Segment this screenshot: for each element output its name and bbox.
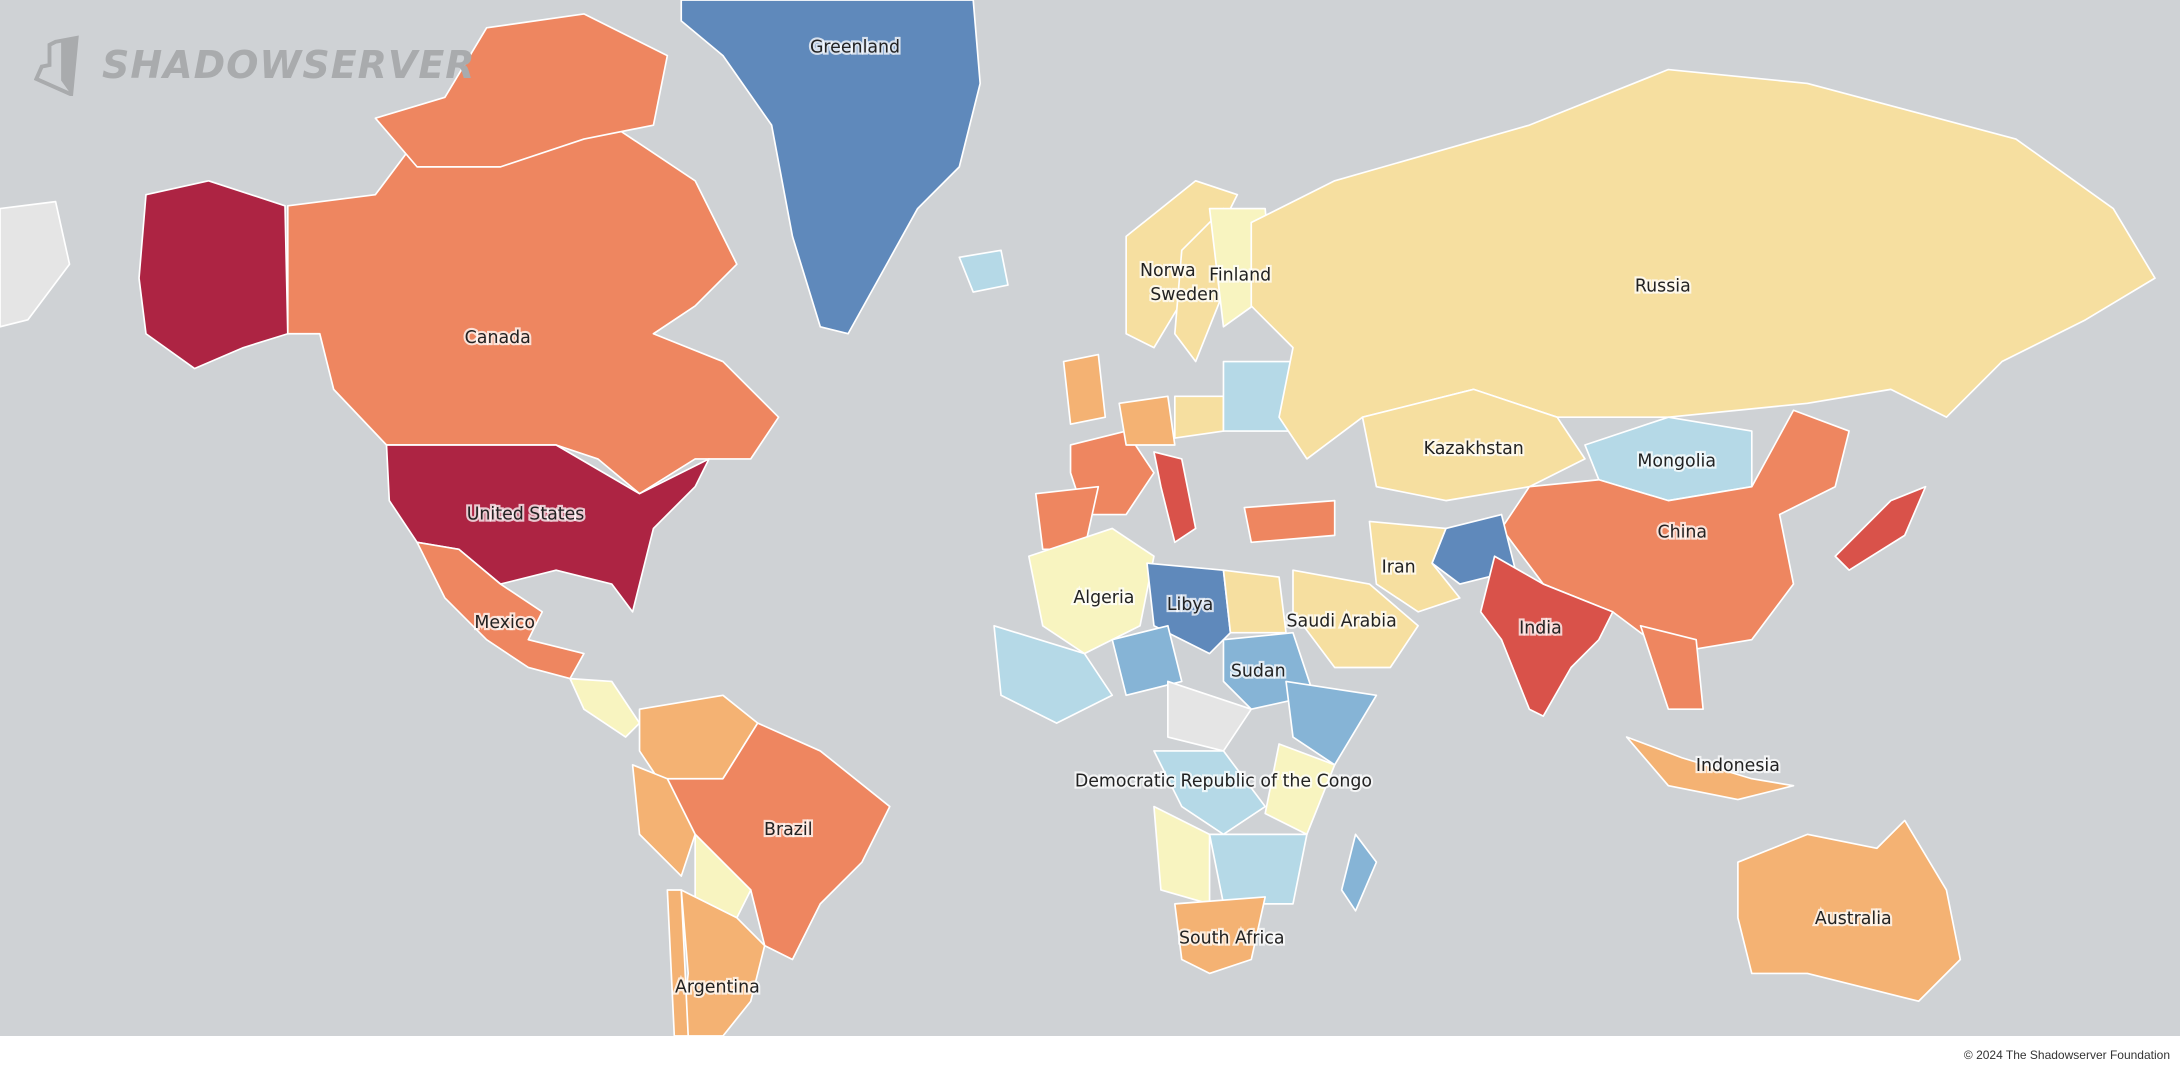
country-label: Saudi Arabia bbox=[1287, 612, 1397, 632]
country-southern-africa[interactable] bbox=[1208, 833, 1308, 905]
country-label: Algeria bbox=[1073, 588, 1134, 608]
country-label: Finland bbox=[1209, 265, 1271, 285]
country-argentina[interactable] bbox=[680, 889, 766, 1036]
country-italy[interactable] bbox=[1153, 451, 1197, 544]
country-label: United States bbox=[467, 505, 585, 525]
country-madagascar[interactable] bbox=[1340, 833, 1378, 912]
country-label: Mongolia bbox=[1637, 452, 1716, 472]
brand-name: SHADOWSERVER bbox=[102, 43, 476, 87]
country-label: Brazil bbox=[764, 820, 812, 840]
country-iceland[interactable] bbox=[958, 249, 1009, 293]
map-canvas[interactable]: Greenland Canada United States Mexico Brazil… bbox=[0, 0, 2180, 1036]
country-label: Sweden bbox=[1150, 285, 1219, 305]
country-label: Democratic Republic of the Congo bbox=[1075, 772, 1372, 792]
country-label: Sudan bbox=[1231, 662, 1286, 682]
country-canada[interactable] bbox=[286, 110, 780, 495]
country-angola[interactable] bbox=[1153, 805, 1211, 905]
country-label: Norwa bbox=[1140, 261, 1196, 281]
country-label: Argentina bbox=[675, 977, 760, 997]
country-label: Canada bbox=[465, 328, 531, 348]
country-germany[interactable] bbox=[1118, 395, 1176, 446]
country-label: Indonesia bbox=[1696, 756, 1780, 776]
country-label: China bbox=[1657, 523, 1707, 543]
country-egypt[interactable] bbox=[1222, 569, 1287, 634]
country-label: South Africa bbox=[1179, 929, 1285, 949]
country-russia[interactable] bbox=[1250, 68, 2156, 460]
shadowserver-emblem-icon bbox=[34, 35, 79, 96]
country-label: Russia bbox=[1635, 276, 1691, 296]
country-label: Australia bbox=[1815, 909, 1892, 929]
world-choropleth-map[interactable]: Greenland Canada United States Mexico Brazil… bbox=[0, 0, 2180, 1036]
country-label: Iran bbox=[1382, 557, 1416, 577]
country-chukotka[interactable] bbox=[0, 200, 71, 328]
country-label: Kazakhstan bbox=[1424, 439, 1524, 459]
shadowserver-logo: SHADOWSERVER bbox=[34, 34, 476, 96]
copyright-footer: © 2024 The Shadowserver Foundation bbox=[1963, 1048, 2170, 1062]
country-turkey[interactable] bbox=[1243, 499, 1336, 544]
country-central-america[interactable] bbox=[569, 677, 641, 738]
country-label: Greenland bbox=[810, 37, 900, 57]
country-label: Libya bbox=[1167, 595, 1213, 615]
country-label: India bbox=[1519, 619, 1562, 639]
country-label: Mexico bbox=[474, 613, 535, 633]
country-united-kingdom[interactable] bbox=[1062, 353, 1107, 425]
country-alaska[interactable] bbox=[138, 179, 289, 370]
country-southeast-asia[interactable] bbox=[1639, 624, 1704, 711]
country-japan[interactable] bbox=[1834, 485, 1927, 571]
country-poland[interactable] bbox=[1173, 395, 1225, 439]
